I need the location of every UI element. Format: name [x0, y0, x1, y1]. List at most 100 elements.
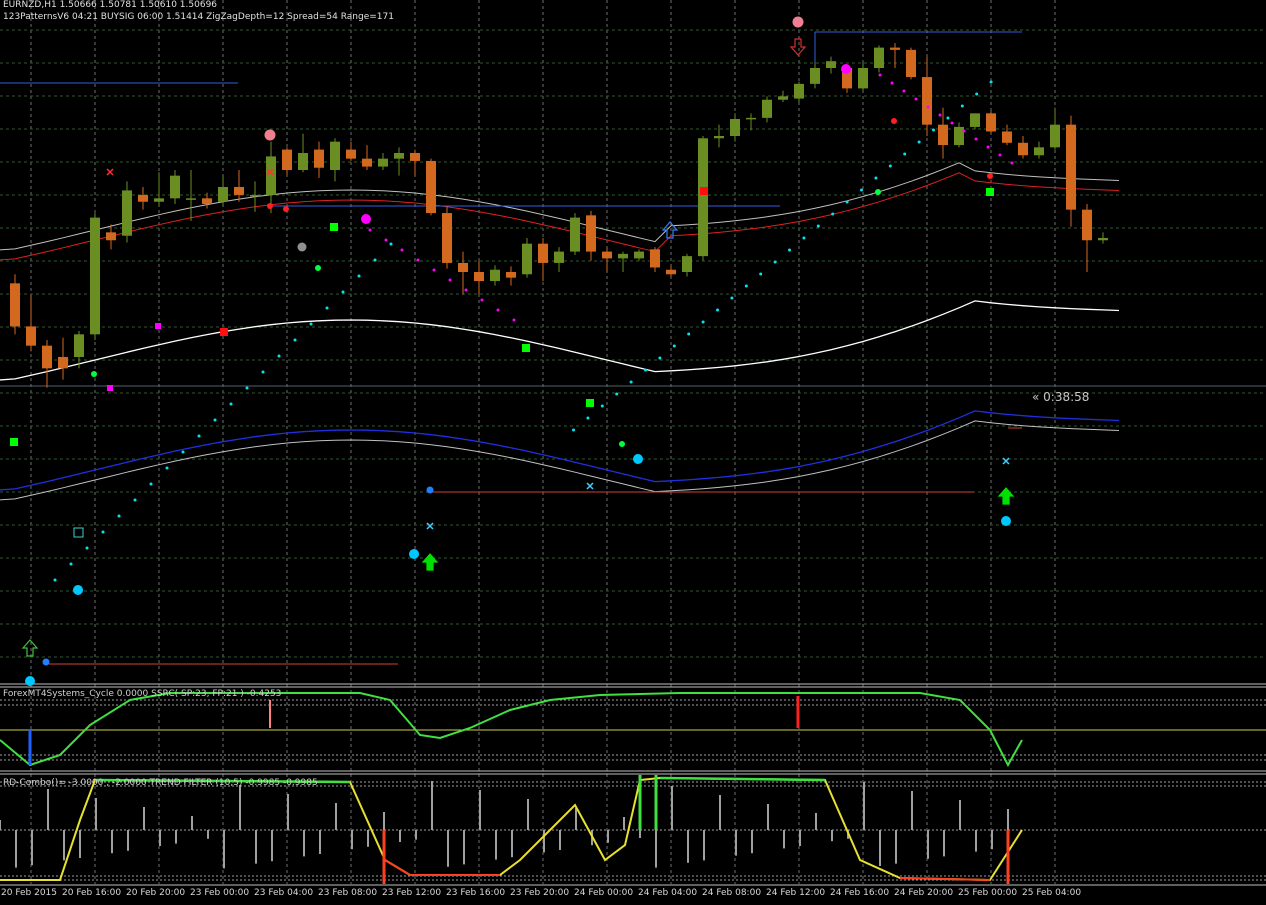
candle — [858, 62, 868, 91]
lower-envelope-line — [0, 420, 1120, 501]
signal-dot-red — [891, 118, 897, 124]
candle-body — [42, 345, 52, 369]
cyan-dot — [101, 530, 105, 534]
candle-body — [1002, 131, 1012, 143]
trailing-dots — [53, 73, 1014, 582]
cyan-dot — [888, 164, 892, 168]
candle — [538, 238, 548, 282]
candle — [1082, 204, 1092, 272]
candle — [746, 113, 756, 131]
cyan-dot — [600, 404, 604, 408]
candle-body — [922, 77, 932, 125]
candle-body — [522, 243, 532, 275]
signal-square-green — [330, 223, 338, 231]
cross-marker-red — [106, 168, 114, 176]
cyan-dot — [586, 416, 590, 420]
candle — [426, 158, 436, 216]
cyan-dot — [245, 386, 249, 390]
cyan-dot — [960, 104, 964, 108]
candle-body — [330, 141, 340, 170]
signal-dot-red — [283, 206, 289, 212]
cycle-line — [0, 692, 1023, 768]
magenta-dot — [448, 278, 452, 282]
candle-body — [730, 119, 740, 136]
buy-arrow-icon — [997, 487, 1015, 505]
cyan-dot — [716, 308, 719, 312]
x-tick-label: 24 Feb 20:00 — [894, 888, 954, 898]
candle — [490, 265, 500, 286]
candle — [90, 213, 100, 340]
magenta-dot — [368, 228, 372, 232]
candle — [26, 294, 36, 352]
x-tick-label: 20 Feb 20:00 — [126, 888, 186, 898]
price-chart[interactable] — [0, 0, 1266, 905]
candle — [1002, 124, 1012, 146]
magenta-dot — [950, 121, 954, 125]
combo-indicator-label: RD-Combo()= -3.0000 , -2.0000 TREND FILT… — [3, 778, 318, 788]
candle — [1098, 232, 1108, 244]
magenta-dot — [938, 113, 942, 117]
candle — [122, 181, 132, 243]
candle-body — [970, 113, 980, 127]
candle-body — [266, 156, 276, 195]
candle-body — [106, 232, 116, 241]
magenta-dot — [890, 81, 894, 85]
signal-dot-green — [91, 371, 97, 377]
signal-square-magenta — [155, 323, 161, 329]
signal-dot-green — [619, 441, 625, 447]
candle — [1018, 136, 1028, 159]
cross-marker-cyan — [586, 482, 594, 490]
candle-body — [906, 49, 916, 78]
candle-body — [442, 213, 452, 263]
cyan-dot — [744, 284, 748, 288]
candle-body — [618, 253, 628, 259]
candle-body — [666, 269, 676, 275]
candles — [10, 43, 1108, 388]
cyan-dot — [389, 242, 393, 246]
midline — [0, 300, 1120, 381]
magenta-dot — [464, 288, 468, 292]
sell-arrow-icon — [789, 38, 807, 56]
candle — [970, 113, 980, 130]
x-tick-label: 25 Feb 00:00 — [958, 888, 1018, 898]
signal-circle-magenta — [361, 214, 371, 224]
cyan-dot — [85, 546, 89, 550]
cyan-dot — [69, 562, 73, 566]
candle — [954, 122, 964, 148]
candle — [634, 249, 644, 261]
magenta-dot — [902, 89, 906, 93]
candle — [874, 45, 884, 73]
candle-body — [858, 68, 868, 89]
bar-timer: « 0:38:58 — [1032, 390, 1090, 404]
grid-lines — [0, 0, 1266, 884]
candle-body — [1034, 147, 1044, 156]
cyan-dot — [701, 320, 705, 324]
candle — [378, 153, 388, 170]
candle — [282, 147, 292, 176]
x-tick-label: 24 Feb 00:00 — [574, 888, 634, 898]
upper-red-band-line — [0, 172, 1120, 261]
symbol-header: EURNZD,H1 1.50666 1.50781 1.50610 1.5069… — [3, 0, 218, 10]
candle — [154, 172, 164, 207]
cyan-dot — [730, 296, 734, 300]
candle-body — [506, 272, 516, 278]
candle — [650, 247, 660, 272]
magenta-dot — [986, 145, 990, 149]
cyan-dot — [932, 128, 935, 132]
cyan-dot — [373, 258, 377, 262]
candle — [42, 340, 52, 388]
candle-body — [1098, 238, 1108, 241]
candle-body — [74, 334, 84, 357]
candle — [602, 247, 612, 272]
candle-body — [298, 153, 308, 170]
signal-circle-cyan — [633, 454, 643, 464]
buy-arrow-icon — [421, 553, 439, 571]
candle — [170, 170, 180, 204]
magenta-dot — [496, 308, 500, 312]
candle — [218, 175, 228, 207]
signal-circle-blue — [42, 658, 50, 666]
candle-body — [250, 194, 260, 197]
candle-body — [874, 47, 884, 68]
x-tick-label: 20 Feb 16:00 — [62, 888, 122, 898]
signal-circle-cyan — [25, 676, 35, 686]
